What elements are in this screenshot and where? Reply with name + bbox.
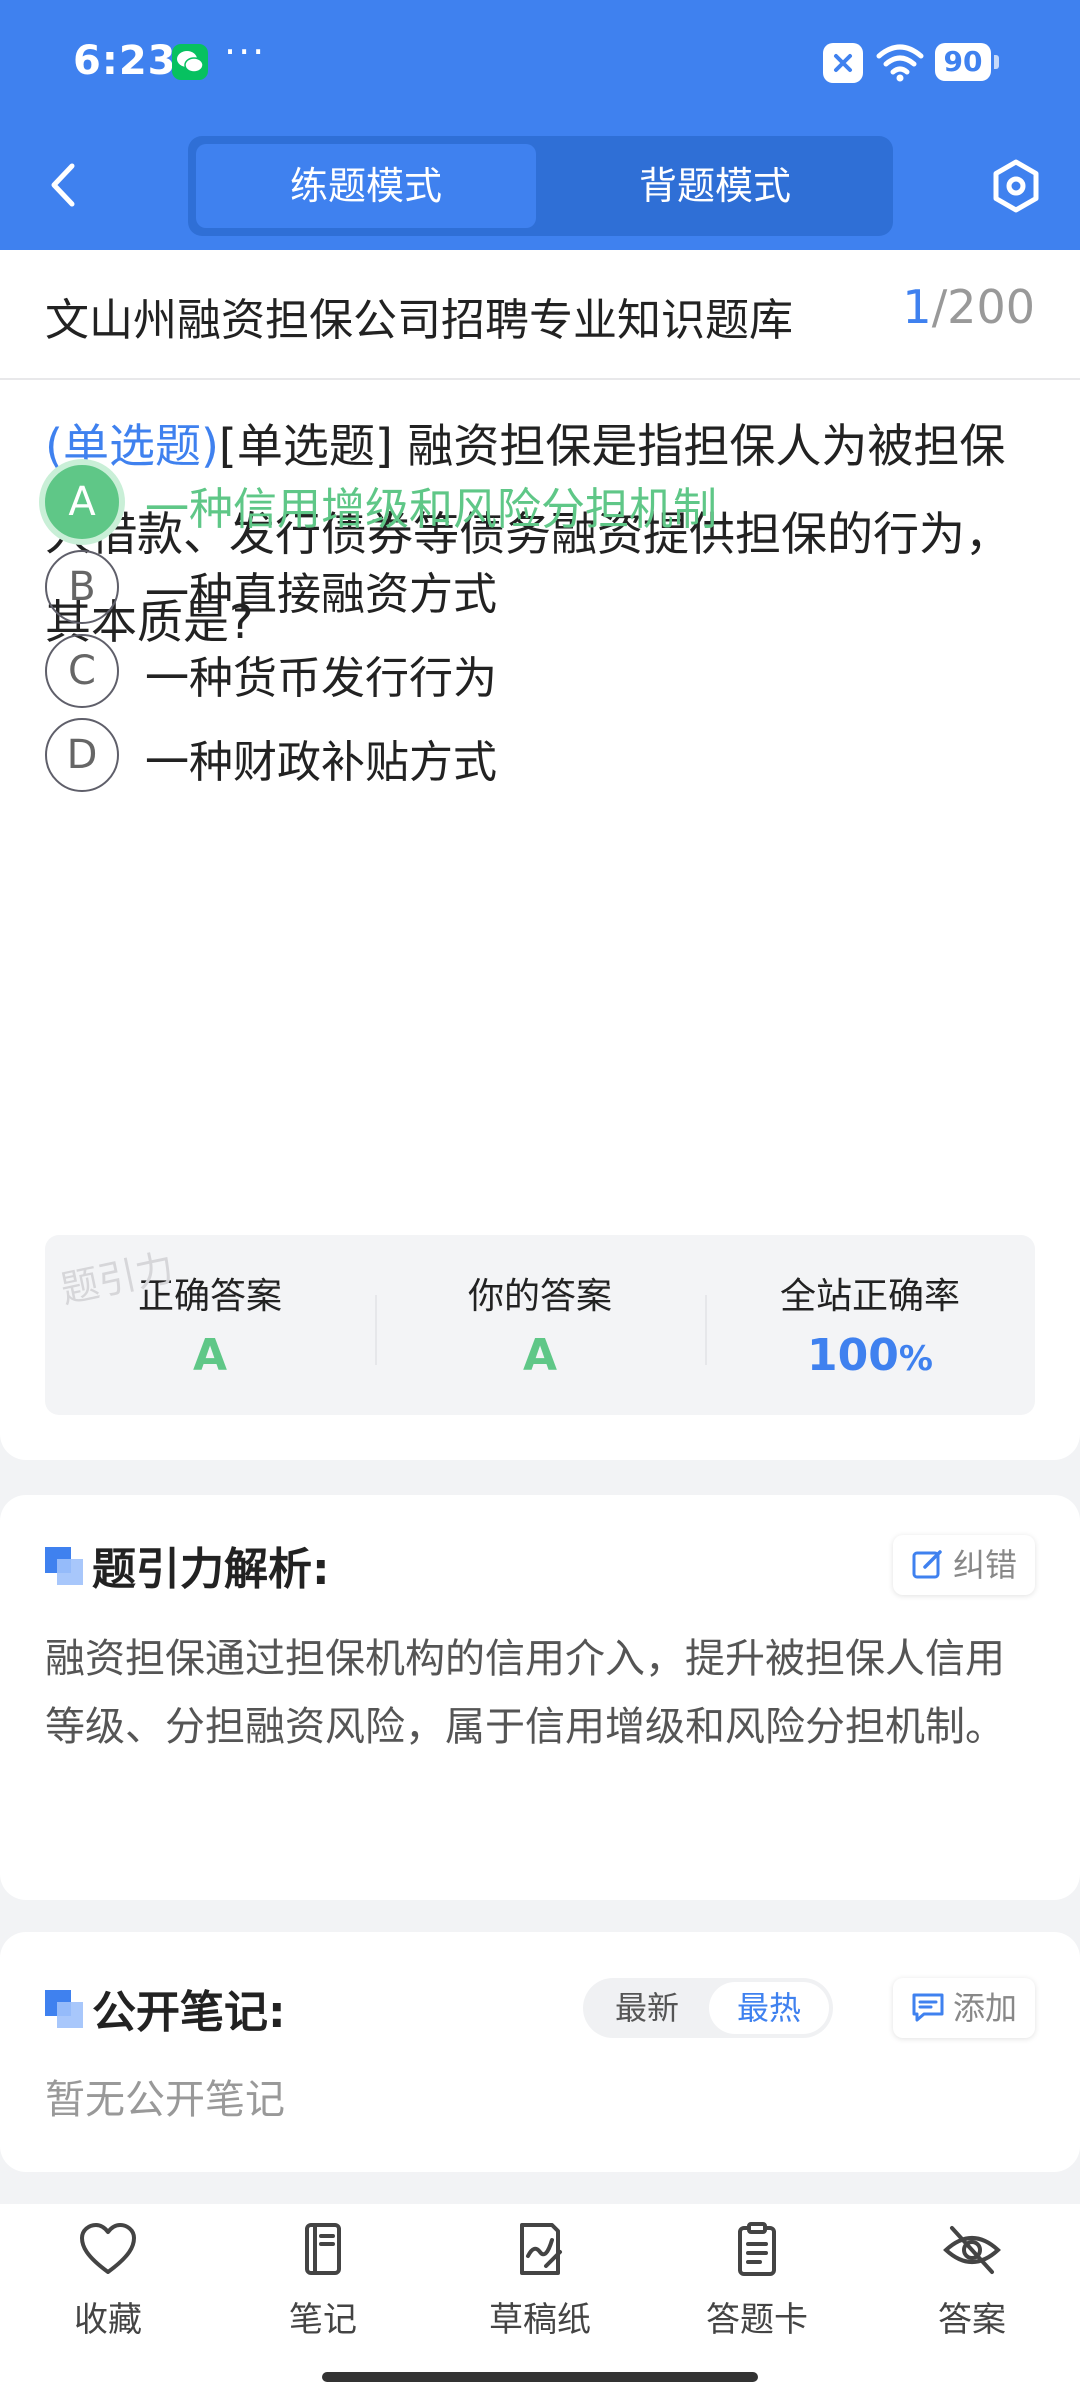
battery-indicator: 90	[935, 43, 991, 81]
sort-hottest[interactable]: 最热	[709, 1982, 829, 2034]
nav-label: 答题卡	[706, 2300, 808, 2340]
answer-stats-panel: 正确答案 A 你的答案 A 全站正确率 100%	[45, 1235, 1035, 1415]
scratch-paper-icon	[520, 2223, 562, 2275]
option-text: 一种信用增级和风险分担机制	[145, 484, 717, 535]
public-notes-card: 公开笔记: 最新 最热 添加 暂无公开笔记	[0, 1932, 1080, 2172]
current-question-number: 1	[902, 280, 932, 334]
your-answer-label: 你的答案	[467, 1276, 612, 1317]
section-squares-icon	[45, 1990, 85, 2030]
tab-memorize-mode[interactable]: 背题模式	[545, 144, 885, 228]
status-time: 6:23	[73, 38, 177, 84]
option-letter: C	[45, 634, 119, 708]
wifi-icon	[875, 40, 925, 88]
eye-off-icon	[943, 2226, 1001, 2274]
your-answer-value: A	[522, 1330, 558, 1381]
option-text: 一种财政补贴方式	[145, 737, 497, 788]
option-text: 一种货币发行行为	[145, 653, 497, 704]
question-counter: 1/200	[902, 280, 1035, 334]
more-notifications-icon: ···	[224, 30, 267, 74]
top-bar: 6:23 ··· 90 练题模式 背题模式	[0, 0, 1080, 250]
analysis-card: 题引力解析: 纠错 融资担保通过担保机构的信用介入，提升被担保人信用等级、分担融…	[0, 1495, 1080, 1900]
back-chevron-icon[interactable]	[44, 160, 84, 210]
question-bank-title: 文山州融资担保公司招聘专业知识题库	[45, 295, 793, 346]
analysis-text: 融资担保通过担保机构的信用介入，提升被担保人信用等级、分担融资风险，属于信用增级…	[45, 1636, 1005, 1750]
add-note-button[interactable]: 添加	[892, 1978, 1035, 2038]
report-error-button[interactable]: 纠错	[892, 1535, 1035, 1595]
answer-sheet-icon	[738, 2222, 776, 2276]
edit-icon	[912, 1550, 942, 1579]
nav-scratch-paper[interactable]: 草稿纸	[465, 2222, 615, 2341]
question-card: (单选题)[单选题] 融资担保是指担保人为被担保人借款、发行债券等债务融资提供担…	[0, 380, 1080, 1460]
battery-tip	[994, 55, 999, 69]
site-accuracy-value: 100%	[705, 1330, 1035, 1381]
heart-icon	[80, 2223, 136, 2274]
nav-label: 草稿纸	[489, 2300, 591, 2340]
nav-notes[interactable]: 笔记	[248, 2222, 398, 2341]
nav-favorite[interactable]: 收藏	[33, 2222, 183, 2341]
notes-sort-toggle: 最新 最热	[583, 1978, 833, 2038]
wechat-icon	[172, 44, 208, 80]
notebook-icon	[305, 2223, 341, 2275]
option-b[interactable]: B 一种直接融资方式	[45, 550, 1035, 626]
tab-practice-mode[interactable]: 练题模式	[196, 144, 536, 228]
empty-notes-text: 暂无公开笔记	[45, 2077, 285, 2123]
option-a[interactable]: A 一种信用增级和风险分担机制	[45, 465, 1035, 541]
site-accuracy-unit: %	[898, 1339, 933, 1379]
correct-answer-value: A	[192, 1330, 228, 1381]
nav-label: 收藏	[74, 2300, 142, 2340]
analysis-title: 题引力解析:	[92, 1544, 330, 1595]
option-letter: B	[45, 550, 119, 624]
add-note-label: 添加	[952, 1989, 1017, 2027]
nav-label: 笔记	[289, 2300, 357, 2340]
nav-label: 答案	[938, 2300, 1006, 2340]
nav-answer[interactable]: 答案	[897, 2222, 1047, 2341]
site-accuracy-number: 100	[807, 1330, 899, 1381]
option-text: 一种直接融资方式	[145, 569, 497, 620]
site-accuracy-label: 全站正确率	[779, 1276, 960, 1317]
bottom-nav: 收藏 笔记 草稿纸 答题卡 答案	[0, 2204, 1080, 2400]
sim-off-icon	[823, 43, 863, 83]
option-letter: D	[45, 718, 119, 792]
settings-hexagon-icon[interactable]	[990, 158, 1042, 214]
mode-switch: 练题模式 背题模式	[188, 136, 893, 236]
total-questions: /200	[931, 280, 1035, 334]
your-answer-stat: 你的答案 A	[375, 1235, 705, 1415]
option-d[interactable]: D 一种财政补贴方式	[45, 718, 1035, 794]
section-squares-icon	[45, 1547, 85, 1587]
option-c[interactable]: C 一种货币发行行为	[45, 634, 1035, 710]
report-error-label: 纠错	[952, 1546, 1017, 1584]
option-letter: A	[45, 465, 119, 539]
comment-icon	[912, 1993, 944, 2022]
public-notes-title: 公开笔记:	[92, 1987, 286, 2038]
site-accuracy-stat: 全站正确率 100%	[705, 1235, 1035, 1415]
sort-newest[interactable]: 最新	[615, 1978, 679, 2038]
question-bank-row: 文山州融资担保公司招聘专业知识题库 1/200	[0, 250, 1080, 380]
home-indicator[interactable]	[322, 2372, 758, 2382]
nav-answer-sheet[interactable]: 答题卡	[682, 2222, 832, 2341]
